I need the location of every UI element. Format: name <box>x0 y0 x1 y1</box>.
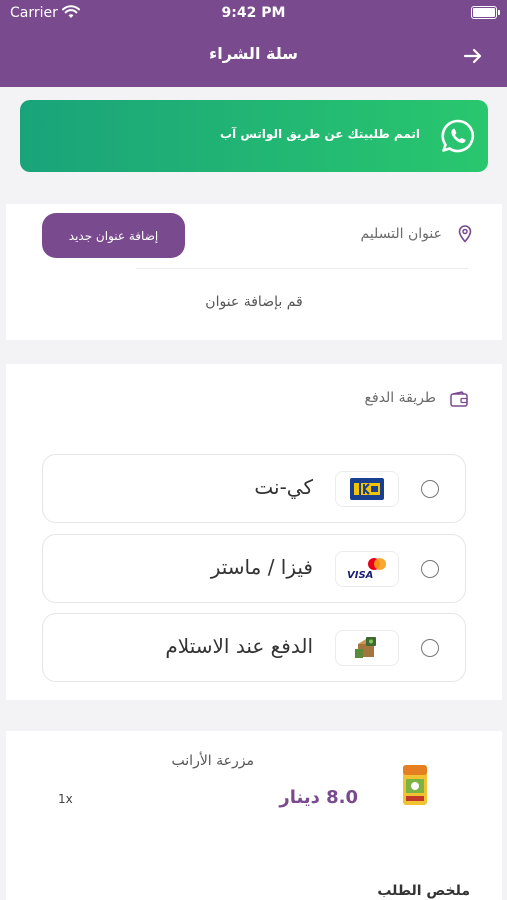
delivery-address-label: عنوان التسليم <box>360 226 442 242</box>
cart-card: مزرعة الأرانب 8.0 دينار 1x ملخص الطلب <box>6 731 502 900</box>
knet-logo-icon <box>350 478 384 500</box>
product-quantity: 1x <box>58 792 73 806</box>
whatsapp-banner-text: اتمم طلبيتك عن طريق الواتس آب <box>219 127 420 141</box>
whatsapp-order-banner[interactable]: اتمم طلبيتك عن طريق الواتس آب <box>20 100 488 172</box>
payment-radio[interactable] <box>421 480 439 498</box>
page-title: سلة الشراء <box>209 44 298 63</box>
delivery-address-card: عنوان التسليم إضافة عنوان جديد قم بإضافة… <box>6 204 502 340</box>
add-new-address-button[interactable]: إضافة عنوان جديد <box>42 213 185 258</box>
order-summary-heading: ملخص الطلب <box>377 883 470 899</box>
product-name: مزرعة الأرانب <box>171 753 254 769</box>
back-button[interactable] <box>461 44 485 68</box>
header: Carrier 9:42 PM سلة الشراء <box>0 0 507 87</box>
payment-option-visa-master[interactable]: VISA فيزا / ماستر <box>42 534 466 603</box>
whatsapp-icon <box>441 119 475 153</box>
address-empty-message: قم بإضافة عنوان <box>205 294 303 310</box>
payment-option-knet[interactable]: كي-نت <box>42 454 466 523</box>
payment-method-label: طريقة الدفع <box>364 390 436 406</box>
payment-option-label: كي-نت <box>254 475 313 499</box>
knet-logo <box>335 471 399 507</box>
wallet-icon <box>450 391 468 407</box>
visa-mastercard-logo: VISA <box>335 551 399 587</box>
payment-radio[interactable] <box>421 560 439 578</box>
cash-on-delivery-logo <box>335 630 399 666</box>
product-price: 8.0 دينار <box>279 787 358 808</box>
divider <box>136 268 468 269</box>
status-time: 9:42 PM <box>221 5 286 21</box>
payment-option-label: الدفع عند الاستلام <box>165 634 313 658</box>
payment-method-card: طريقة الدفع كي-نت VISA فيزا / ماستر الدف… <box>6 364 502 700</box>
payment-option-cash-on-delivery[interactable]: الدفع عند الاستلام <box>42 613 466 682</box>
visa-mastercard-icon: VISA <box>347 558 386 581</box>
arrow-right-icon <box>463 48 482 64</box>
payment-radio[interactable] <box>421 639 439 657</box>
cash-package-icon <box>355 637 376 658</box>
svg-text:VISA: VISA <box>347 570 373 581</box>
payment-option-label: فيزا / ماستر <box>210 555 313 579</box>
location-pin-icon <box>458 225 472 243</box>
product-image <box>403 765 427 805</box>
battery-icon <box>471 6 500 19</box>
